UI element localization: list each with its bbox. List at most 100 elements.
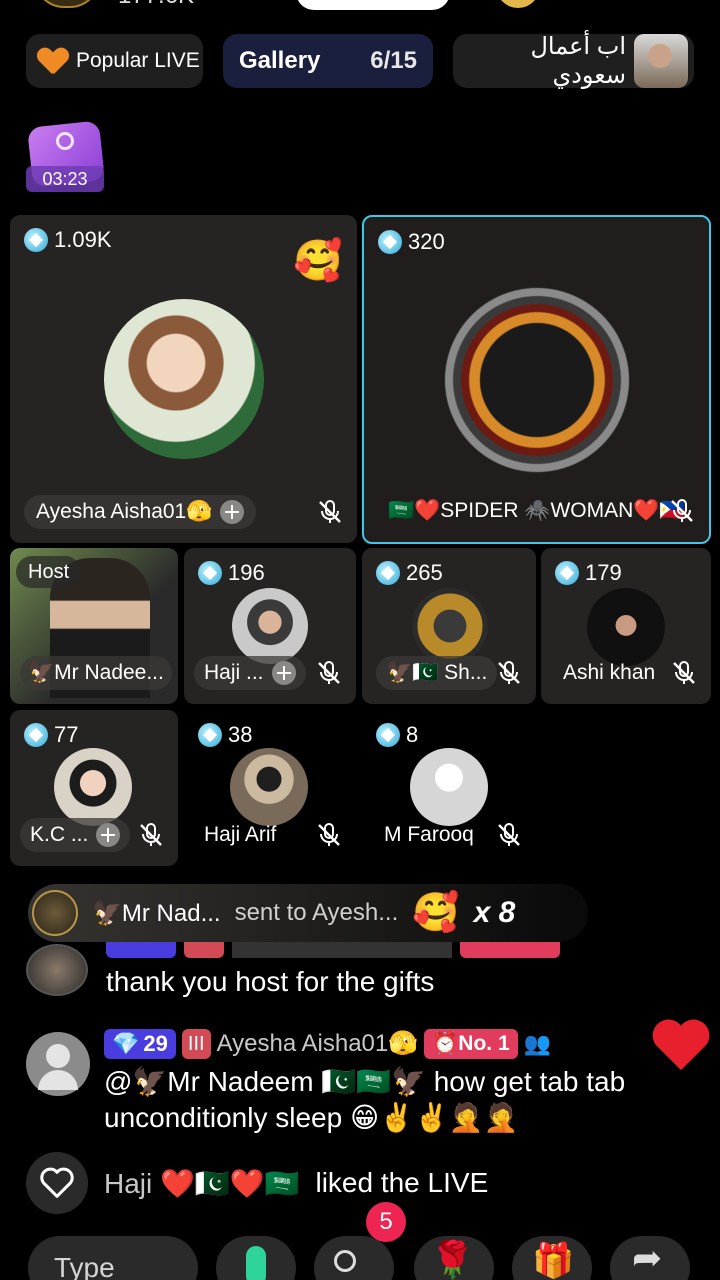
gem-icon	[555, 561, 579, 585]
commenter-avatar[interactable]	[26, 944, 88, 996]
guest-name-pill: 🦅Mr Nadee...	[20, 656, 172, 690]
host-badge: Host	[16, 556, 82, 588]
mic-off-icon	[140, 823, 162, 846]
mic-button[interactable]	[216, 1236, 296, 1280]
guest-score: 320	[378, 229, 445, 255]
guest-name: Ashi khan	[563, 661, 656, 684]
promo-chip[interactable]: اب أعمال سعودي	[453, 33, 694, 89]
follow-plus-icon[interactable]	[96, 823, 121, 847]
chat-comment: 💎 29 III Ayesha Aisha01🫣 ⏰ No. 1 👥 @🦅Mr N…	[26, 1026, 700, 1136]
follow-button[interactable]	[296, 0, 450, 10]
comment-text: @🦅Mr Nadeem 🇵🇰🇸🇦🦅 how get tab tab uncond…	[104, 1066, 626, 1133]
rank-badge: ⏰ No. 1	[424, 1029, 518, 1059]
guest-name: 🦅🇵🇰 Sh...	[386, 661, 488, 684]
rose-icon: 🌹	[430, 1239, 475, 1280]
guests-button[interactable]	[314, 1236, 394, 1280]
top-chip-row: Popular LIVE Gallery 6/15 اب أعمال سعودي	[26, 33, 694, 90]
guest-score: 265	[376, 560, 443, 586]
guest-name-pill: K.C ...	[20, 818, 131, 852]
ranking-icon[interactable]	[496, 0, 540, 8]
comment-badge-row: 💎 29 III Ayesha Aisha01🫣 ⏰ No. 1 👥	[104, 1026, 700, 1062]
comment-badge-strip	[106, 942, 700, 958]
gem-icon	[198, 723, 222, 747]
guest-avatar	[232, 588, 308, 664]
comment-input[interactable]: Type	[28, 1236, 198, 1280]
mic-off-icon	[673, 661, 695, 684]
top-bar: 177.6K	[0, 0, 720, 14]
guest-name-pill: Haji Arif	[194, 818, 286, 852]
gift-button[interactable]: 🎁	[512, 1236, 592, 1280]
guest-name-pill: 🦅🇵🇰 Sh...	[376, 656, 498, 690]
guest-name: 🦅Mr Nadee...	[28, 661, 164, 684]
share-button[interactable]: ➦	[610, 1236, 690, 1280]
mic-off-icon	[318, 661, 340, 684]
floating-heart-icon	[652, 1019, 710, 1071]
gift-box-timer: 03:23	[26, 166, 104, 192]
reaction-emoji-icon: 🥰	[293, 239, 343, 283]
guest-score: 77	[24, 722, 78, 748]
guest-name: M Farooq	[384, 823, 474, 846]
mic-off-icon	[319, 500, 341, 523]
gift-sender: 🦅Mr Nad...	[92, 899, 221, 927]
bottom-bar: Type 5 🌹 🎁 ➦	[0, 1202, 720, 1280]
like-button[interactable]	[26, 1152, 88, 1214]
guest-name: Haji Arif	[204, 823, 277, 846]
rose-gift-button[interactable]: 🌹	[414, 1236, 494, 1280]
guest-score: 179	[555, 560, 622, 586]
guest-name: Ayesha Aisha01🫣	[36, 500, 213, 523]
guest-name-pill: Haji ...	[194, 656, 306, 690]
guest-tile-selected[interactable]: 320 🇸🇦❤️SPIDER 🕷️WOMAN❤️🇵🇭	[362, 215, 711, 544]
guest-tile[interactable]: 1.09K 🥰 Ayesha Aisha01🫣	[10, 215, 357, 543]
popular-heart-icon	[38, 48, 68, 74]
guest-tile[interactable]: 77 K.C ...	[10, 710, 178, 866]
guest-score: 1.09K	[24, 227, 112, 253]
fan-badge-icon: III	[181, 1029, 211, 1059]
guest-tile[interactable]: 38 Haji Arif	[184, 710, 356, 866]
guest-avatar	[442, 285, 632, 475]
chat-comment: thank you host for the gifts	[26, 942, 700, 1000]
guest-avatar	[587, 588, 665, 666]
gallery-label: Gallery	[239, 47, 321, 74]
popular-live-chip[interactable]: Popular LIVE	[26, 34, 203, 88]
gallery-count: 6/15	[370, 47, 417, 74]
guest-score: 8	[376, 722, 418, 748]
level-badge: 💎 29	[104, 1029, 176, 1059]
ribbon-icon	[56, 132, 74, 150]
comment-text: thank you host for the gifts	[106, 966, 435, 997]
follow-plus-icon[interactable]	[271, 661, 296, 685]
mic-off-icon	[498, 661, 520, 684]
guest-tile[interactable]: 179 Ashi khan	[541, 548, 711, 704]
guest-tile[interactable]: 196 Haji ...	[184, 548, 356, 704]
guest-tile[interactable]: 265 🦅🇵🇰 Sh...	[362, 548, 536, 704]
promo-avatar	[634, 34, 688, 88]
guest-tile[interactable]: 8 M Farooq	[362, 710, 536, 866]
gift-icon: 🎁	[532, 1242, 575, 1280]
guest-avatar	[230, 748, 308, 826]
popular-live-label: Popular LIVE	[76, 49, 200, 72]
gem-icon	[24, 228, 48, 252]
gift-sender-avatar	[32, 890, 78, 936]
gift-banner: 🦅Mr Nad... sent to Ayesh... 🥰 x 8	[28, 884, 588, 942]
like-event: Haji ❤️🇵🇰❤️🇸🇦 liked the LIVE	[26, 1152, 488, 1214]
share-icon: ➦	[632, 1237, 663, 1278]
gem-icon	[376, 561, 400, 585]
mic-off-icon	[318, 823, 340, 846]
default-avatar-icon	[410, 748, 488, 826]
host-avatar[interactable]	[34, 0, 100, 8]
people-icon	[334, 1250, 356, 1272]
guest-name: 🇸🇦❤️SPIDER 🕷️WOMAN❤️🇵🇭	[388, 499, 686, 522]
follow-plus-icon[interactable]	[220, 500, 245, 524]
gift-box-button[interactable]: 03:23	[26, 120, 105, 192]
gallery-chip[interactable]: Gallery 6/15	[223, 34, 433, 88]
gem-icon	[24, 723, 48, 747]
guest-name-pill: Ayesha Aisha01🫣	[24, 495, 257, 529]
gem-icon	[198, 561, 222, 585]
guest-name-pill: 🇸🇦❤️SPIDER 🕷️WOMAN❤️🇵🇭	[376, 494, 698, 528]
guest-avatar	[104, 299, 264, 459]
mic-off-icon	[498, 823, 520, 846]
comment-username[interactable]: Ayesha Aisha01🫣	[217, 1026, 419, 1062]
gem-icon	[378, 230, 402, 254]
host-tile[interactable]: Host 🦅Mr Nadee...	[10, 548, 178, 704]
commenter-avatar[interactable]	[26, 1032, 90, 1096]
clock-icon: ⏰	[432, 1032, 459, 1055]
